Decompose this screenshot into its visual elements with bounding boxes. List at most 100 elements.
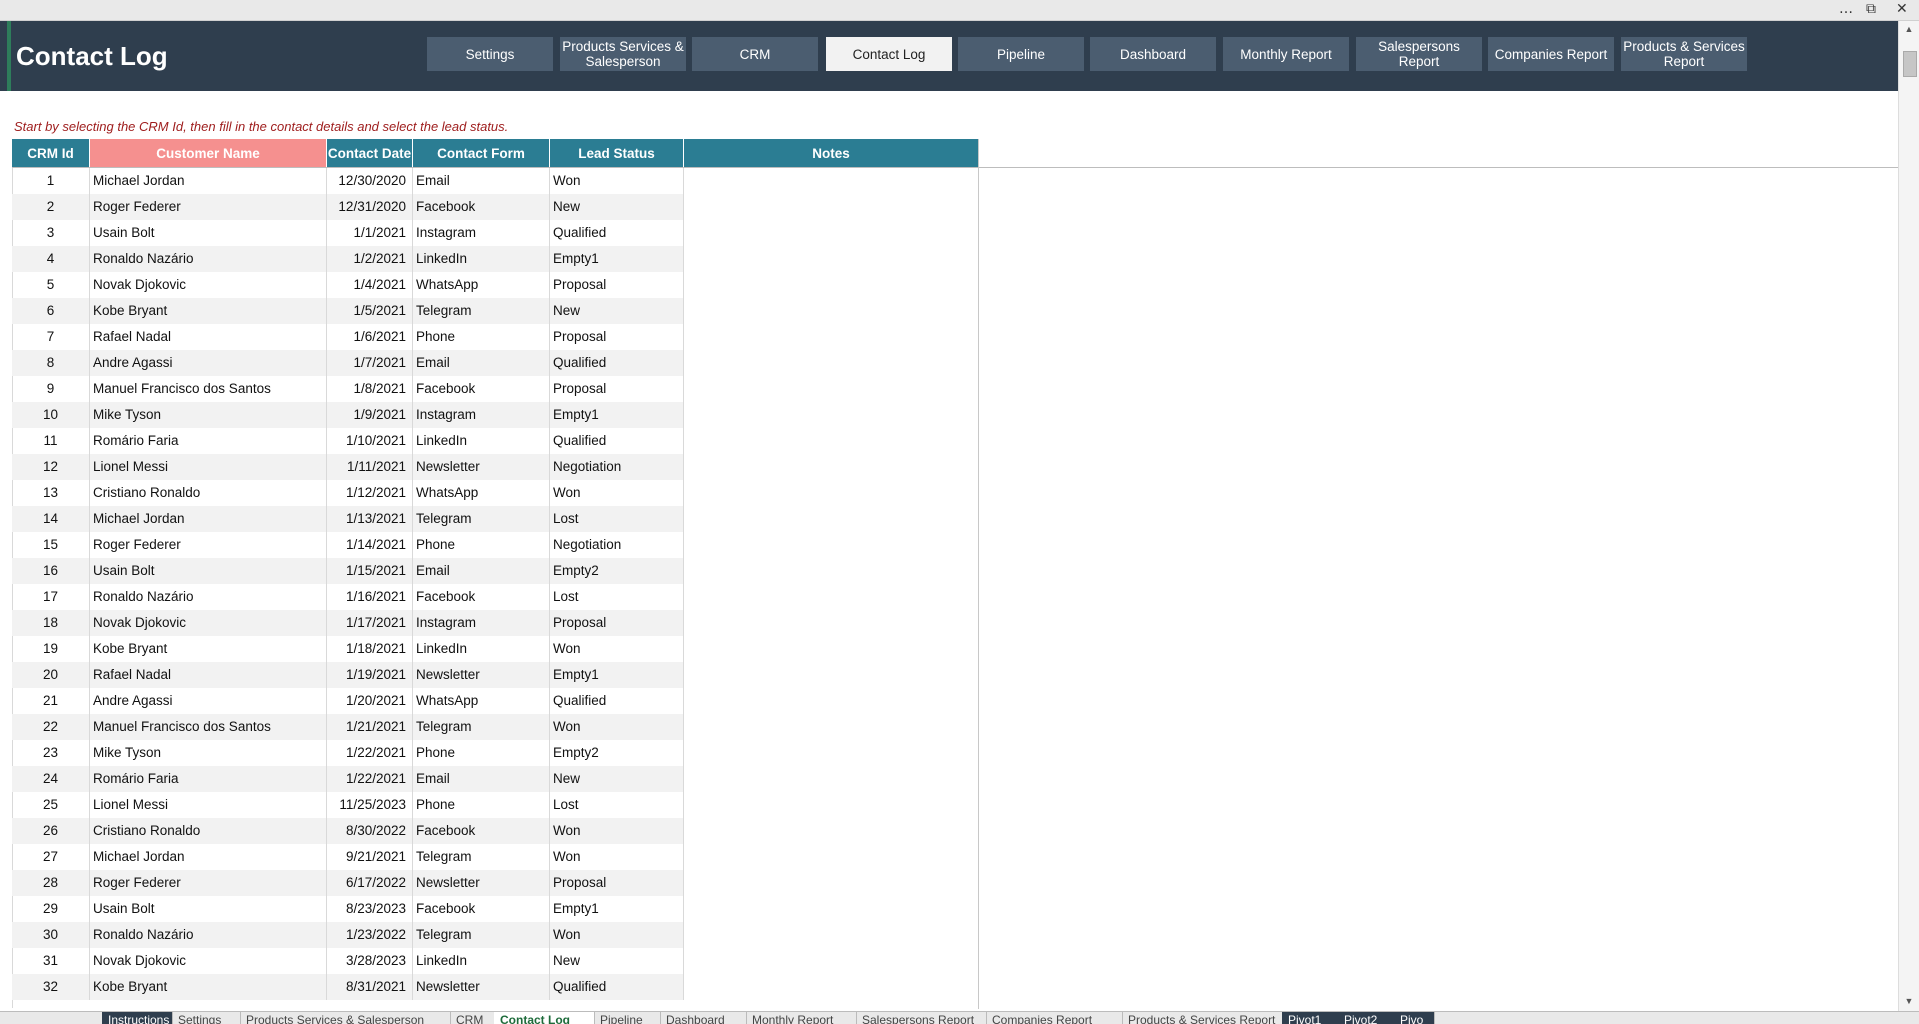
cell-contact-date[interactable]: 1/15/2021 bbox=[327, 558, 413, 584]
cell-customer-name[interactable]: Rafael Nadal bbox=[90, 324, 327, 350]
cell-contact-form[interactable]: Instagram bbox=[413, 220, 550, 246]
cell-lead-status[interactable]: Lost bbox=[550, 506, 684, 532]
cell-customer-name[interactable]: Cristiano Ronaldo bbox=[90, 818, 327, 844]
cell-contact-form[interactable]: Newsletter bbox=[413, 662, 550, 688]
cell-contact-date[interactable]: 1/7/2021 bbox=[327, 350, 413, 376]
nav-button-companies-report[interactable]: Companies Report bbox=[1488, 37, 1614, 71]
cell-lead-status[interactable]: Empty2 bbox=[550, 558, 684, 584]
cell-crm-id[interactable]: 27 bbox=[12, 844, 90, 870]
cell-customer-name[interactable]: Ronaldo Nazário bbox=[90, 922, 327, 948]
nav-button-crm[interactable]: CRM bbox=[692, 37, 818, 71]
table-row[interactable]: 30 Ronaldo Nazário 1/23/2022 Telegram Won bbox=[12, 922, 684, 948]
table-row[interactable]: 32 Kobe Bryant 8/31/2021 Newsletter Qualifie… bbox=[12, 974, 684, 1000]
cell-lead-status[interactable]: Empty1 bbox=[550, 246, 684, 272]
cell-contact-date[interactable]: 1/19/2021 bbox=[327, 662, 413, 688]
cell-customer-name[interactable]: Mike Tyson bbox=[90, 740, 327, 766]
cell-customer-name[interactable]: Kobe Bryant bbox=[90, 636, 327, 662]
cell-contact-form[interactable]: WhatsApp bbox=[413, 272, 550, 298]
cell-lead-status[interactable]: Empty1 bbox=[550, 402, 684, 428]
cell-contact-form[interactable]: Telegram bbox=[413, 714, 550, 740]
cell-contact-form[interactable]: Phone bbox=[413, 324, 550, 350]
table-row[interactable]: 4 Ronaldo Nazário 1/2/2021 LinkedIn Empty1 bbox=[12, 246, 684, 272]
cell-customer-name[interactable]: Mike Tyson bbox=[90, 402, 327, 428]
cell-contact-form[interactable]: Newsletter bbox=[413, 454, 550, 480]
table-row[interactable]: 20 Rafael Nadal 1/19/2021 Newsletter Empty1 bbox=[12, 662, 684, 688]
table-row[interactable]: 25 Lionel Messi 11/25/2023 Phone Lost bbox=[12, 792, 684, 818]
cell-contact-date[interactable]: 8/23/2023 bbox=[327, 896, 413, 922]
cell-customer-name[interactable]: Andre Agassi bbox=[90, 688, 327, 714]
table-row[interactable]: 5 Novak Djokovic 1/4/2021 WhatsApp Proposal bbox=[12, 272, 684, 298]
cell-contact-date[interactable]: 3/28/2023 bbox=[327, 948, 413, 974]
cell-lead-status[interactable]: Won bbox=[550, 818, 684, 844]
table-row[interactable]: 27 Michael Jordan 9/21/2021 Telegram Won bbox=[12, 844, 684, 870]
cell-contact-form[interactable]: WhatsApp bbox=[413, 688, 550, 714]
cell-contact-form[interactable]: Facebook bbox=[413, 896, 550, 922]
cell-crm-id[interactable]: 30 bbox=[12, 922, 90, 948]
cell-crm-id[interactable]: 25 bbox=[12, 792, 90, 818]
cell-lead-status[interactable]: Negotiation bbox=[550, 532, 684, 558]
table-row[interactable]: 9 Manuel Francisco dos Santos 1/8/2021 Face… bbox=[12, 376, 684, 402]
sheet-tab[interactable]: Dashboard bbox=[660, 1012, 747, 1024]
table-row[interactable]: 22 Manuel Francisco dos Santos 1/21/2021 Te… bbox=[12, 714, 684, 740]
cell-lead-status[interactable]: Qualified bbox=[550, 428, 684, 454]
column-header-contact-date[interactable]: Contact Date bbox=[327, 139, 413, 167]
cell-lead-status[interactable]: Won bbox=[550, 636, 684, 662]
cell-contact-form[interactable]: Email bbox=[413, 766, 550, 792]
sheet-tab[interactable]: Instructions bbox=[102, 1012, 173, 1024]
cell-contact-date[interactable]: 1/21/2021 bbox=[327, 714, 413, 740]
cell-lead-status[interactable]: Lost bbox=[550, 792, 684, 818]
cell-crm-id[interactable]: 14 bbox=[12, 506, 90, 532]
cell-lead-status[interactable]: New bbox=[550, 948, 684, 974]
nav-button-settings[interactable]: Settings bbox=[427, 37, 553, 71]
cell-contact-date[interactable]: 1/11/2021 bbox=[327, 454, 413, 480]
cell-contact-date[interactable]: 1/6/2021 bbox=[327, 324, 413, 350]
cell-contact-form[interactable]: Phone bbox=[413, 740, 550, 766]
cell-customer-name[interactable]: Romário Faria bbox=[90, 428, 327, 454]
sheet-tab[interactable]: Products Services & Salesperson bbox=[240, 1012, 451, 1024]
cell-contact-form[interactable]: LinkedIn bbox=[413, 636, 550, 662]
cell-contact-date[interactable]: 1/16/2021 bbox=[327, 584, 413, 610]
cell-contact-date[interactable]: 12/31/2020 bbox=[327, 194, 413, 220]
cell-contact-form[interactable]: Phone bbox=[413, 532, 550, 558]
sheet-tab[interactable]: Pivot2 bbox=[1338, 1012, 1395, 1024]
column-header-crm-id[interactable]: CRM Id bbox=[12, 139, 90, 167]
cell-customer-name[interactable]: Michael Jordan bbox=[90, 844, 327, 870]
cell-crm-id[interactable]: 28 bbox=[12, 870, 90, 896]
cell-customer-name[interactable]: Roger Federer bbox=[90, 532, 327, 558]
cell-contact-form[interactable]: Newsletter bbox=[413, 974, 550, 1000]
table-row[interactable]: 2 Roger Federer 12/31/2020 Facebook New bbox=[12, 194, 684, 220]
cell-customer-name[interactable]: Rafael Nadal bbox=[90, 662, 327, 688]
sheet-tab[interactable]: Products & Services Report bbox=[1122, 1012, 1283, 1024]
cell-contact-form[interactable]: Email bbox=[413, 558, 550, 584]
cell-crm-id[interactable]: 16 bbox=[12, 558, 90, 584]
cell-contact-date[interactable]: 1/17/2021 bbox=[327, 610, 413, 636]
cell-contact-date[interactable]: 1/5/2021 bbox=[327, 298, 413, 324]
cell-contact-date[interactable]: 1/1/2021 bbox=[327, 220, 413, 246]
cell-crm-id[interactable]: 8 bbox=[12, 350, 90, 376]
cell-contact-form[interactable]: Telegram bbox=[413, 298, 550, 324]
table-row[interactable]: 14 Michael Jordan 1/13/2021 Telegram Lost bbox=[12, 506, 684, 532]
table-row[interactable]: 31 Novak Djokovic 3/28/2023 LinkedIn New bbox=[12, 948, 684, 974]
cell-customer-name[interactable]: Andre Agassi bbox=[90, 350, 327, 376]
cell-contact-form[interactable]: WhatsApp bbox=[413, 480, 550, 506]
cell-lead-status[interactable]: Proposal bbox=[550, 376, 684, 402]
cell-customer-name[interactable]: Michael Jordan bbox=[90, 168, 327, 194]
cell-contact-date[interactable]: 1/12/2021 bbox=[327, 480, 413, 506]
cell-lead-status[interactable]: Qualified bbox=[550, 350, 684, 376]
cell-lead-status[interactable]: Lost bbox=[550, 584, 684, 610]
nav-button-products-services-salesperson[interactable]: Products Services & Salesperson bbox=[560, 37, 686, 71]
cell-contact-form[interactable]: Telegram bbox=[413, 506, 550, 532]
cell-contact-form[interactable]: Phone bbox=[413, 792, 550, 818]
cell-crm-id[interactable]: 2 bbox=[12, 194, 90, 220]
table-row[interactable]: 11 Romário Faria 1/10/2021 LinkedIn Qualifie… bbox=[12, 428, 684, 454]
table-row[interactable]: 19 Kobe Bryant 1/18/2021 LinkedIn Won bbox=[12, 636, 684, 662]
cell-customer-name[interactable]: Usain Bolt bbox=[90, 558, 327, 584]
cell-lead-status[interactable]: Qualified bbox=[550, 974, 684, 1000]
cell-contact-date[interactable]: 8/30/2022 bbox=[327, 818, 413, 844]
cell-customer-name[interactable]: Ronaldo Nazário bbox=[90, 246, 327, 272]
cell-customer-name[interactable]: Michael Jordan bbox=[90, 506, 327, 532]
cell-customer-name[interactable]: Ronaldo Nazário bbox=[90, 584, 327, 610]
sheet-tab[interactable]: Settings bbox=[172, 1012, 241, 1024]
table-row[interactable]: 26 Cristiano Ronaldo 8/30/2022 Facebook Won bbox=[12, 818, 684, 844]
cell-customer-name[interactable]: Kobe Bryant bbox=[90, 298, 327, 324]
